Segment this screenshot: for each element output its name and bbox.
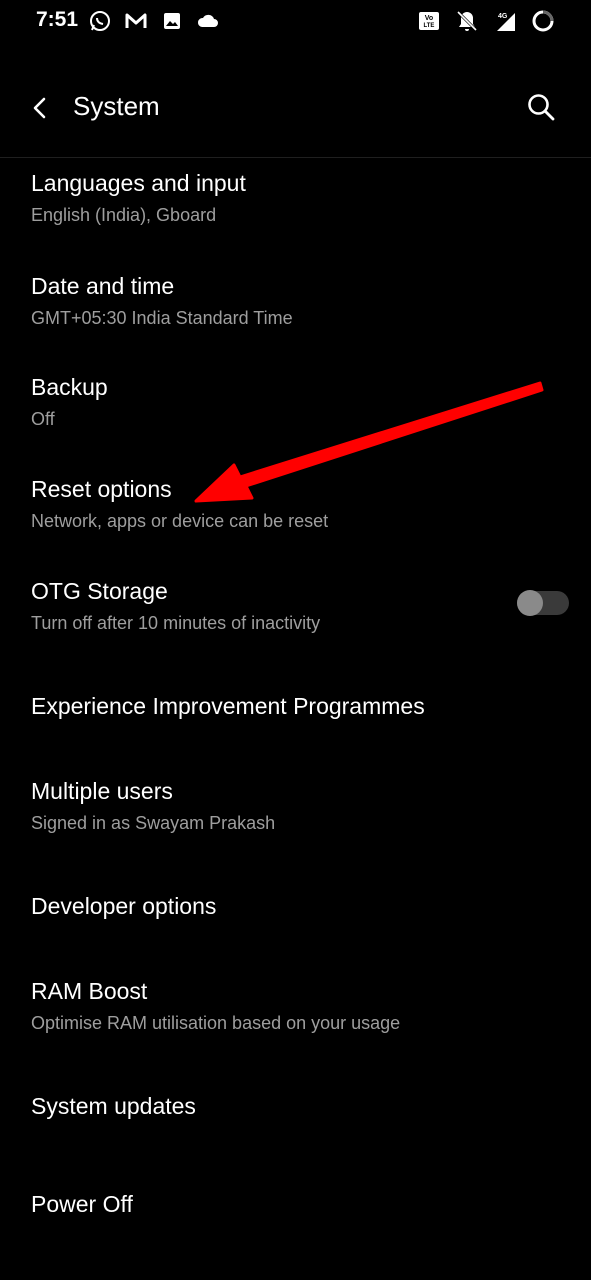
status-bar: 7:51 Vo LTE 4G xyxy=(0,0,591,44)
item-subtitle: Signed in as Swayam Prakash xyxy=(31,813,276,833)
toggle-knob xyxy=(517,590,543,616)
item-title: Date and time xyxy=(31,273,175,299)
item-title: Backup xyxy=(31,374,108,400)
item-subtitle: Off xyxy=(31,409,55,429)
status-right-icons: Vo LTE 4G xyxy=(417,9,555,33)
search-icon xyxy=(528,94,555,121)
back-arrow-icon xyxy=(33,97,46,119)
whatsapp-icon xyxy=(90,11,110,31)
item-title: RAM Boost xyxy=(31,978,148,1004)
settings-item-power-off[interactable]: Power Off xyxy=(0,1166,591,1246)
notifications-off-icon xyxy=(456,10,478,32)
battery-icon xyxy=(532,10,554,32)
settings-item-system-updates[interactable]: System updates xyxy=(0,1068,591,1148)
cloud-icon xyxy=(197,14,218,27)
item-title: Power Off xyxy=(31,1191,133,1217)
item-title: Experience Improvement Programmes xyxy=(31,693,425,719)
settings-item-experience-improvement[interactable]: Experience Improvement Programmes xyxy=(0,668,591,748)
settings-item-otg-storage[interactable]: OTG Storage Turn off after 10 minutes of… xyxy=(0,566,591,662)
settings-item-ram-boost[interactable]: RAM Boost Optimise RAM utilisation based… xyxy=(0,966,591,1062)
settings-item-languages[interactable]: Languages and input English (India), Gbo… xyxy=(0,160,591,256)
back-button[interactable] xyxy=(22,90,58,126)
item-title: System updates xyxy=(31,1093,196,1119)
item-title: Multiple users xyxy=(31,778,173,804)
header-divider xyxy=(0,157,591,158)
app-bar: System xyxy=(0,60,591,156)
signal-4g-icon: 4G xyxy=(497,13,515,31)
svg-text:4G: 4G xyxy=(498,13,508,20)
item-subtitle: English (India), Gboard xyxy=(31,205,217,225)
settings-item-date-time[interactable]: Date and time GMT+05:30 India Standard T… xyxy=(0,260,591,356)
settings-item-backup[interactable]: Backup Off xyxy=(0,362,591,458)
status-left-icons xyxy=(88,9,220,33)
item-title: OTG Storage xyxy=(31,578,168,604)
item-title: Reset options xyxy=(31,476,172,502)
page-title: System xyxy=(73,91,160,121)
settings-item-reset-options[interactable]: Reset options Network, apps or device ca… xyxy=(0,464,591,560)
settings-item-multiple-users[interactable]: Multiple users Signed in as Swayam Praka… xyxy=(0,766,591,862)
item-subtitle: Network, apps or device can be reset xyxy=(31,511,329,531)
item-subtitle: GMT+05:30 India Standard Time xyxy=(31,308,293,328)
search-button[interactable] xyxy=(521,87,561,127)
item-subtitle: Turn off after 10 minutes of inactivity xyxy=(31,613,321,633)
volte-icon: Vo LTE xyxy=(419,12,439,30)
item-title: Developer options xyxy=(31,893,217,919)
gmail-icon xyxy=(125,13,147,28)
gallery-icon xyxy=(164,13,180,29)
item-title: Languages and input xyxy=(31,170,246,196)
status-time: 7:51 xyxy=(36,8,79,31)
settings-item-developer-options[interactable]: Developer options xyxy=(0,868,591,948)
otg-storage-toggle[interactable] xyxy=(517,590,569,616)
svg-text:LTE: LTE xyxy=(424,23,435,29)
svg-text:Vo: Vo xyxy=(425,15,433,22)
item-subtitle: Optimise RAM utilisation based on your u… xyxy=(31,1013,401,1033)
